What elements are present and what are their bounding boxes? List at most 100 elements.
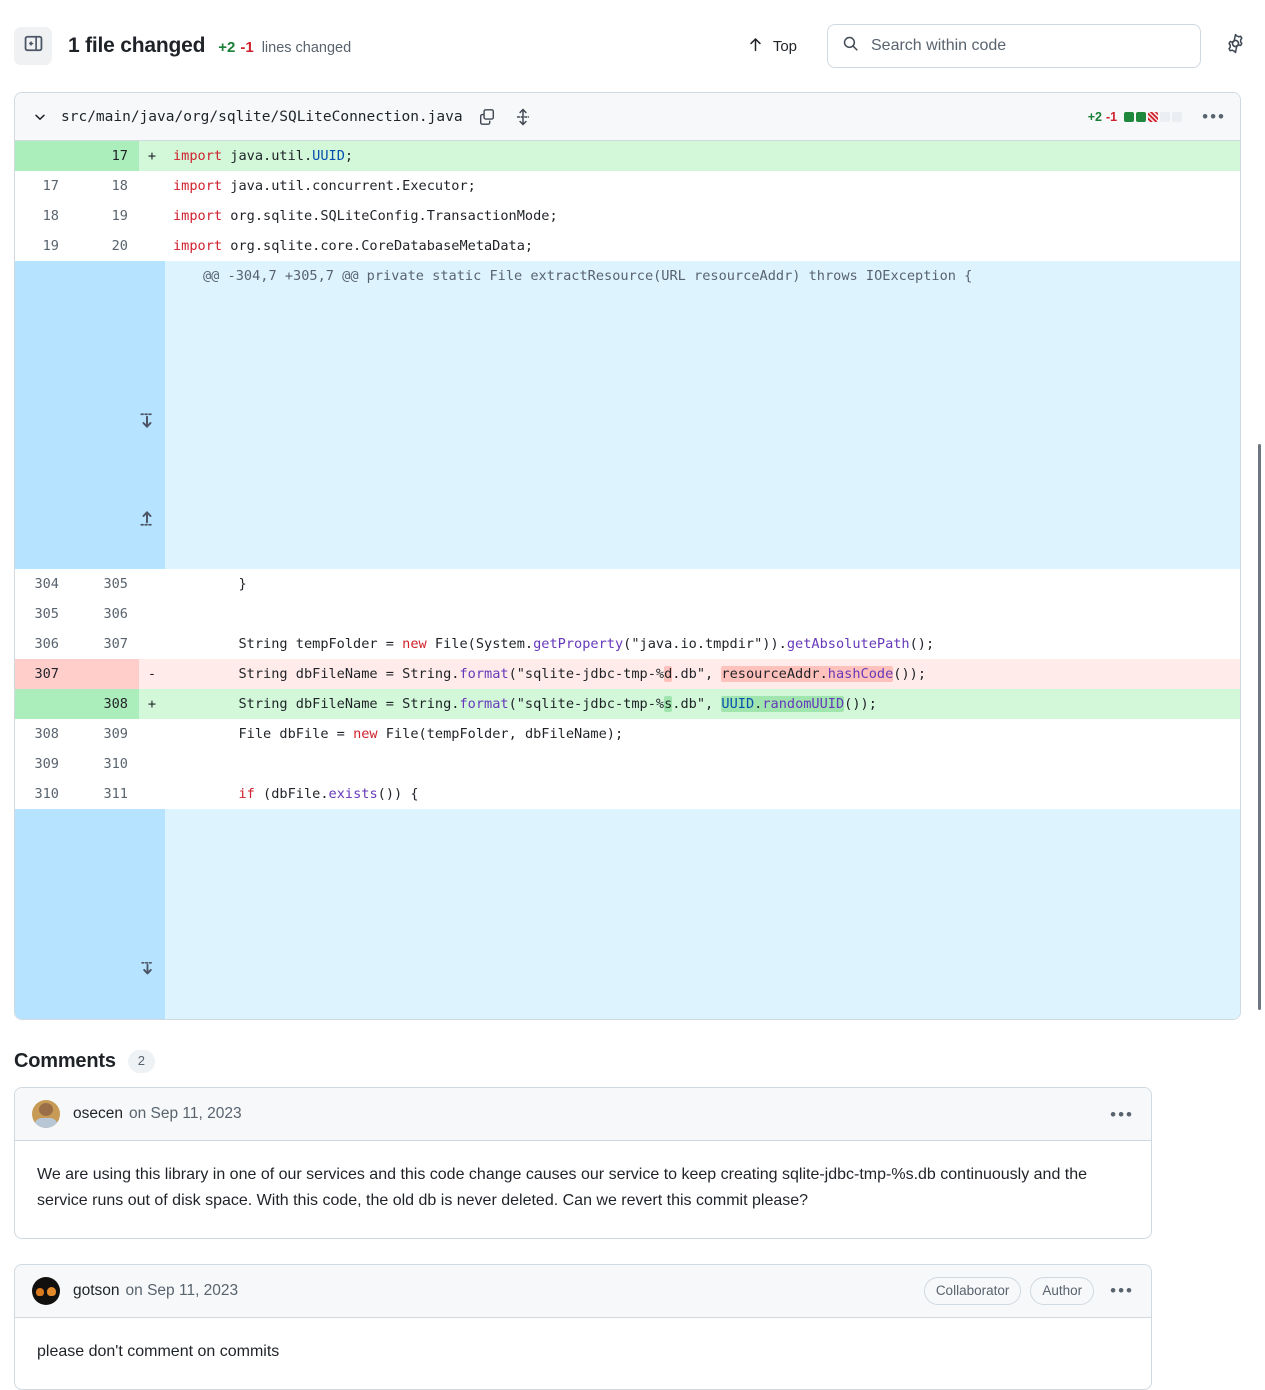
- sidebar-collapse-icon: [24, 34, 43, 58]
- old-line-number[interactable]: 304: [15, 569, 70, 599]
- comment-author[interactable]: osecen: [73, 1105, 123, 1123]
- diff-stat-block-empty: [1172, 111, 1183, 122]
- table-row[interactable]: 306 307 String tempFolder = new File(Sys…: [15, 629, 1240, 659]
- expand-down-icon[interactable]: [23, 929, 157, 1019]
- table-row[interactable]: 308 + String dbFileName = String.format(…: [15, 689, 1240, 719]
- diff-stat-block-del: [1148, 111, 1159, 122]
- search-icon: [842, 35, 859, 57]
- table-row[interactable]: 309 310: [15, 749, 1240, 779]
- lines-changed-label: lines changed: [261, 40, 352, 56]
- comment-body: please don't comment on commits: [37, 1342, 280, 1360]
- old-line-number[interactable]: 17: [15, 171, 70, 201]
- code-line[interactable]: }: [165, 569, 1240, 599]
- search-input[interactable]: [871, 37, 1186, 55]
- table-row[interactable]: 17 18 import java.util.concurrent.Execut…: [15, 171, 1240, 201]
- comment-menu-button[interactable]: •••: [1110, 1282, 1134, 1299]
- table-row[interactable]: 17 + import java.util.UUID;: [15, 141, 1240, 171]
- code-line[interactable]: import org.sqlite.SQLiteConfig.Transacti…: [165, 201, 1240, 231]
- new-line-number[interactable]: 311: [70, 779, 139, 809]
- new-line-number[interactable]: 20: [70, 231, 139, 261]
- new-line-number[interactable]: 310: [70, 749, 139, 779]
- old-line-number[interactable]: 306: [15, 629, 70, 659]
- table-row[interactable]: 305 306: [15, 599, 1240, 629]
- old-line-number[interactable]: [15, 689, 70, 719]
- avatar[interactable]: [32, 1276, 60, 1305]
- diff-marker: [139, 201, 165, 231]
- old-line-number[interactable]: 18: [15, 201, 70, 231]
- code-line[interactable]: [165, 599, 1240, 629]
- old-line-number[interactable]: 309: [15, 749, 70, 779]
- comment-menu-button[interactable]: •••: [1110, 1106, 1134, 1123]
- diff-table: 17 + import java.util.UUID; 17 18 import…: [15, 141, 1240, 1019]
- sidebar-toggle-button[interactable]: [14, 27, 52, 65]
- hunk-footer-row[interactable]: [15, 809, 1240, 1019]
- old-line-number[interactable]: 308: [15, 719, 70, 749]
- table-row[interactable]: 310 311 if (dbFile.exists()) {: [15, 779, 1240, 809]
- expand-hunk-button[interactable]: [15, 261, 165, 569]
- comment-header: gotson on Sep 11, 2023 Collaborator Auth…: [15, 1264, 1151, 1318]
- file-deletions-count: -1: [1106, 109, 1118, 124]
- table-row[interactable]: 18 19 import org.sqlite.SQLiteConfig.Tra…: [15, 201, 1240, 231]
- expand-down-icon[interactable]: [23, 381, 158, 472]
- file-path[interactable]: src/main/java/org/sqlite/SQLiteConnectio…: [61, 109, 463, 125]
- file-menu-button[interactable]: •••: [1202, 108, 1226, 125]
- comment-header: osecen on Sep 11, 2023 •••: [15, 1088, 1151, 1141]
- search-within-code[interactable]: [827, 24, 1201, 68]
- comment-author[interactable]: gotson: [73, 1282, 120, 1300]
- table-row[interactable]: 307 - String dbFileName = String.format(…: [15, 659, 1240, 689]
- expand-all-icon[interactable]: [511, 105, 535, 129]
- diff-marker: [139, 569, 165, 599]
- old-line-number[interactable]: 305: [15, 599, 70, 629]
- chevron-down-icon[interactable]: [29, 106, 51, 128]
- comment-header-actions: •••: [1103, 1106, 1134, 1123]
- table-row[interactable]: 19 20 import org.sqlite.core.CoreDatabas…: [15, 231, 1240, 261]
- new-line-number[interactable]: 308: [70, 689, 139, 719]
- comments-title: Comments: [14, 1050, 116, 1072]
- old-line-number[interactable]: [15, 141, 70, 171]
- deletions-count: -1: [240, 39, 254, 56]
- settings-button[interactable]: [1219, 30, 1251, 62]
- diff-marker: [139, 599, 165, 629]
- new-line-number[interactable]: 306: [70, 599, 139, 629]
- diff-stat-block-add: [1124, 111, 1135, 122]
- code-line[interactable]: if (dbFile.exists()) {: [165, 779, 1240, 809]
- code-line[interactable]: import java.util.concurrent.Executor;: [165, 171, 1240, 201]
- comment-body: We are using this library in one of our …: [37, 1166, 1088, 1209]
- new-line-number[interactable]: 307: [70, 629, 139, 659]
- table-row[interactable]: 308 309 File dbFile = new File(tempFolde…: [15, 719, 1240, 749]
- status-badge-author[interactable]: Author: [1030, 1277, 1095, 1305]
- new-line-number[interactable]: 18: [70, 171, 139, 201]
- page-scrollbar[interactable]: [1254, 0, 1264, 1010]
- hunk-header-row[interactable]: @@ -304,7 +305,7 @@ private static File …: [15, 261, 1240, 569]
- comment-header-actions: Collaborator Author •••: [923, 1277, 1134, 1305]
- scrollbar-thumb[interactable]: [1258, 444, 1261, 1010]
- hunk-header-text: @@ -304,7 +305,7 @@ private static File …: [165, 261, 1240, 569]
- expand-up-icon[interactable]: [23, 478, 158, 569]
- code-line[interactable]: String dbFileName = String.format("sqlit…: [165, 659, 1240, 689]
- code-line[interactable]: [165, 749, 1240, 779]
- code-line[interactable]: String dbFileName = String.format("sqlit…: [165, 689, 1240, 719]
- diff-marker: [139, 749, 165, 779]
- gear-icon: [1225, 33, 1246, 59]
- code-line[interactable]: String tempFolder = new File(System.getP…: [165, 629, 1240, 659]
- new-line-number[interactable]: 305: [70, 569, 139, 599]
- new-line-number[interactable]: 17: [70, 141, 139, 171]
- new-line-number[interactable]: 309: [70, 719, 139, 749]
- old-line-number[interactable]: 19: [15, 231, 70, 261]
- code-line[interactable]: import org.sqlite.core.CoreDatabaseMetaD…: [165, 231, 1240, 261]
- old-line-number[interactable]: 310: [15, 779, 70, 809]
- avatar[interactable]: [32, 1100, 60, 1128]
- diff-marker: [139, 171, 165, 201]
- expand-hunk-down-button[interactable]: [15, 809, 165, 1019]
- new-line-number[interactable]: 19: [70, 201, 139, 231]
- comment-card: gotson on Sep 11, 2023 Collaborator Auth…: [14, 1263, 1152, 1390]
- comments-section-header: Comments 2: [14, 1050, 1265, 1073]
- scroll-to-top-button[interactable]: Top: [739, 30, 805, 63]
- comments-count-badge: 2: [127, 1050, 155, 1073]
- table-row[interactable]: 304 305 }: [15, 569, 1240, 599]
- code-line[interactable]: import java.util.UUID;: [165, 141, 1240, 171]
- copy-icon[interactable]: [475, 105, 499, 129]
- code-line[interactable]: File dbFile = new File(tempFolder, dbFil…: [165, 719, 1240, 749]
- status-badge-collaborator[interactable]: Collaborator: [923, 1277, 1022, 1305]
- diff-stat-block-add: [1136, 111, 1147, 122]
